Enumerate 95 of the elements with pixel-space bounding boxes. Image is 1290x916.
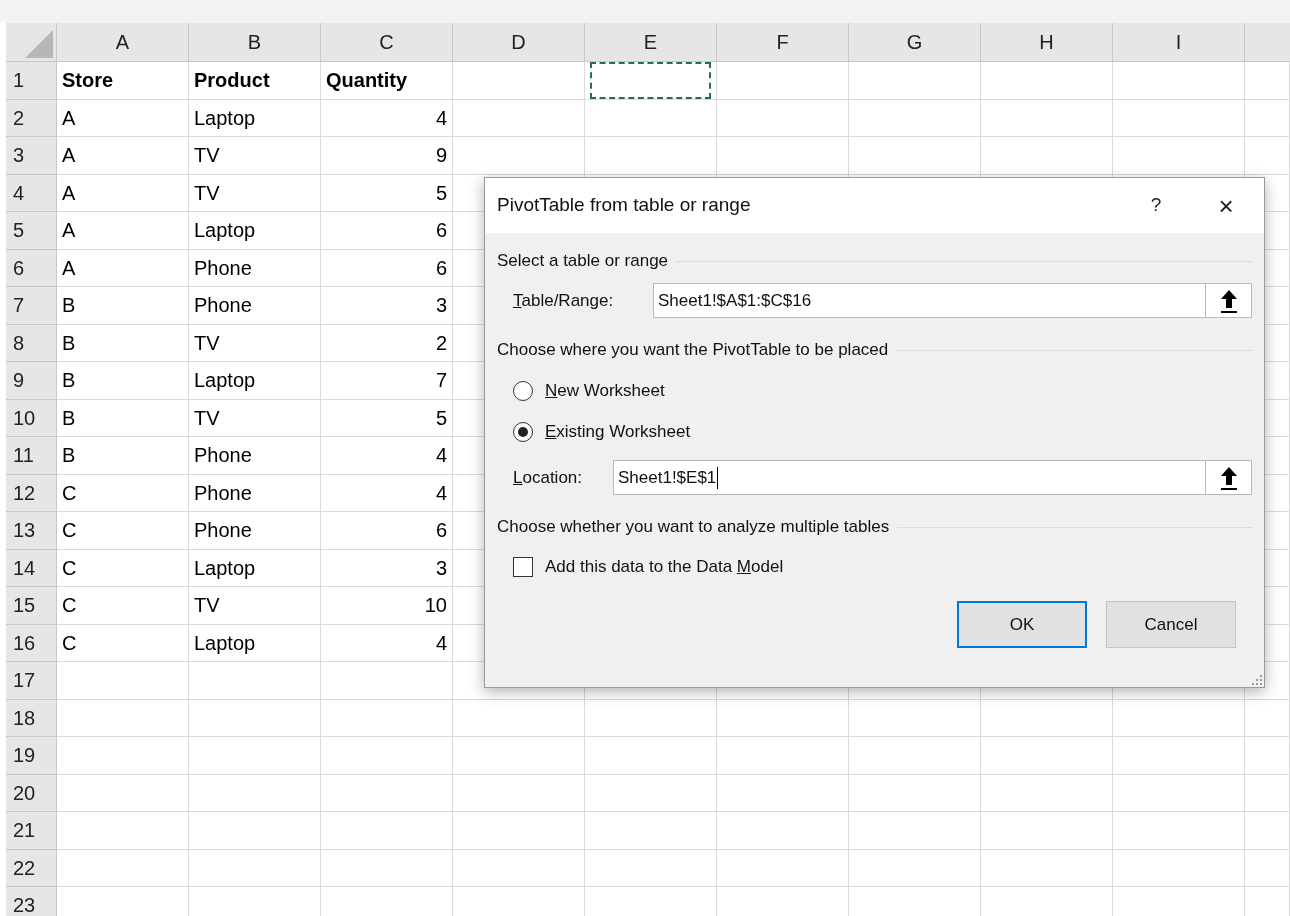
row-header[interactable]: 4 [6, 174, 57, 212]
row-header[interactable]: 11 [6, 437, 57, 475]
table-cell: C [57, 474, 189, 512]
table-cell: 4 [321, 437, 453, 475]
dialog-title: PivotTable from table or range [497, 193, 752, 218]
row-header[interactable]: 9 [6, 362, 57, 400]
range-field[interactable]: Sheet1!$A$1:$C$16 [653, 283, 1252, 318]
table-cell: Laptop [189, 624, 321, 662]
table-cell: A [57, 99, 189, 137]
table-cell: Laptop [189, 99, 321, 137]
section-heading: Choose where you want the PivotTable to be placed [497, 339, 889, 362]
close-button[interactable]: × [1206, 185, 1246, 226]
table-cell: C [57, 587, 189, 625]
row-header[interactable]: 22 [6, 849, 57, 887]
table-cell: Phone [189, 249, 321, 287]
column-header[interactable]: B [189, 23, 321, 62]
table-cell: B [57, 362, 189, 400]
table-cell: TV [189, 174, 321, 212]
table-cell: A [57, 249, 189, 287]
table-cell: 9 [321, 137, 453, 175]
table-cell: 6 [321, 249, 453, 287]
table-cell: Phone [189, 474, 321, 512]
table-cell: Laptop [189, 362, 321, 400]
table-cell: 5 [321, 174, 453, 212]
row-header[interactable]: 19 [6, 737, 57, 775]
row-header[interactable]: 7 [6, 287, 57, 325]
row-header[interactable]: 23 [6, 887, 57, 916]
row-header[interactable]: 20 [6, 774, 57, 812]
section-heading: Choose whether you want to analyze multiple tables [497, 516, 890, 539]
column-header[interactable]: H [981, 23, 1113, 62]
row-header[interactable]: 5 [6, 212, 57, 250]
section-heading: Select a table or range [497, 250, 669, 273]
row-header[interactable]: 16 [6, 624, 57, 662]
table-cell: B [57, 324, 189, 362]
row-header[interactable]: 12 [6, 474, 57, 512]
checkbox-label[interactable]: Add this data to the Data Model [545, 554, 784, 580]
column-heading-cell: Product [189, 62, 321, 100]
table-cell: A [57, 174, 189, 212]
table-cell: 5 [321, 399, 453, 437]
row-header[interactable]: 13 [6, 512, 57, 550]
table-cell: 4 [321, 99, 453, 137]
ok-button[interactable]: OK [957, 601, 1087, 648]
table-cell: TV [189, 587, 321, 625]
column-header[interactable]: C [321, 23, 453, 62]
cancel-button[interactable]: Cancel [1106, 601, 1236, 648]
table-cell: TV [189, 137, 321, 175]
table-cell: 6 [321, 512, 453, 550]
column-header[interactable]: E [585, 23, 717, 62]
table-cell: Phone [189, 287, 321, 325]
row-header[interactable]: 1 [6, 62, 57, 100]
table-cell: A [57, 212, 189, 250]
table-cell: TV [189, 324, 321, 362]
table-cell: B [57, 437, 189, 475]
table-cell: B [57, 399, 189, 437]
table-cell: 10 [321, 587, 453, 625]
table-cell: 7 [321, 362, 453, 400]
row-header[interactable]: 3 [6, 137, 57, 175]
column-header[interactable]: A [57, 23, 189, 62]
table-cell: Laptop [189, 212, 321, 250]
row-header[interactable]: 14 [6, 549, 57, 587]
table-cell: Laptop [189, 549, 321, 587]
column-header[interactable]: D [453, 23, 585, 62]
table-cell: 4 [321, 624, 453, 662]
row-header[interactable]: 6 [6, 249, 57, 287]
column-heading-cell: Store [57, 62, 189, 100]
table-cell: B [57, 287, 189, 325]
table-cell: C [57, 549, 189, 587]
row-header[interactable]: 10 [6, 399, 57, 437]
radio-label[interactable]: New Worksheet [545, 377, 665, 404]
row-header[interactable]: 21 [6, 812, 57, 850]
table-cell: C [57, 512, 189, 550]
range-field[interactable]: Sheet1!$E$1 [613, 460, 1252, 495]
field-label: Table/Range: [513, 289, 615, 312]
row-header[interactable]: 17 [6, 662, 57, 700]
row-header[interactable]: 18 [6, 699, 57, 737]
table-cell: 3 [321, 287, 453, 325]
table-cell: Phone [189, 437, 321, 475]
row-header[interactable]: 15 [6, 587, 57, 625]
table-cell: A [57, 137, 189, 175]
radio-label[interactable]: Existing Worksheet [545, 418, 691, 445]
help-button[interactable]: ? [1136, 185, 1176, 226]
table-cell: 3 [321, 549, 453, 587]
table-cell: 6 [321, 212, 453, 250]
row-header[interactable]: 2 [6, 99, 57, 137]
table-cell: 2 [321, 324, 453, 362]
column-header[interactable]: G [849, 23, 981, 62]
column-heading-cell: Quantity [321, 62, 453, 100]
column-header[interactable]: I [1113, 23, 1245, 62]
table-cell: TV [189, 399, 321, 437]
table-cell: 4 [321, 474, 453, 512]
table-cell: C [57, 624, 189, 662]
column-header[interactable]: F [717, 23, 849, 62]
table-cell: Phone [189, 512, 321, 550]
field-label: Location: [513, 466, 583, 489]
row-header[interactable]: 8 [6, 324, 57, 362]
